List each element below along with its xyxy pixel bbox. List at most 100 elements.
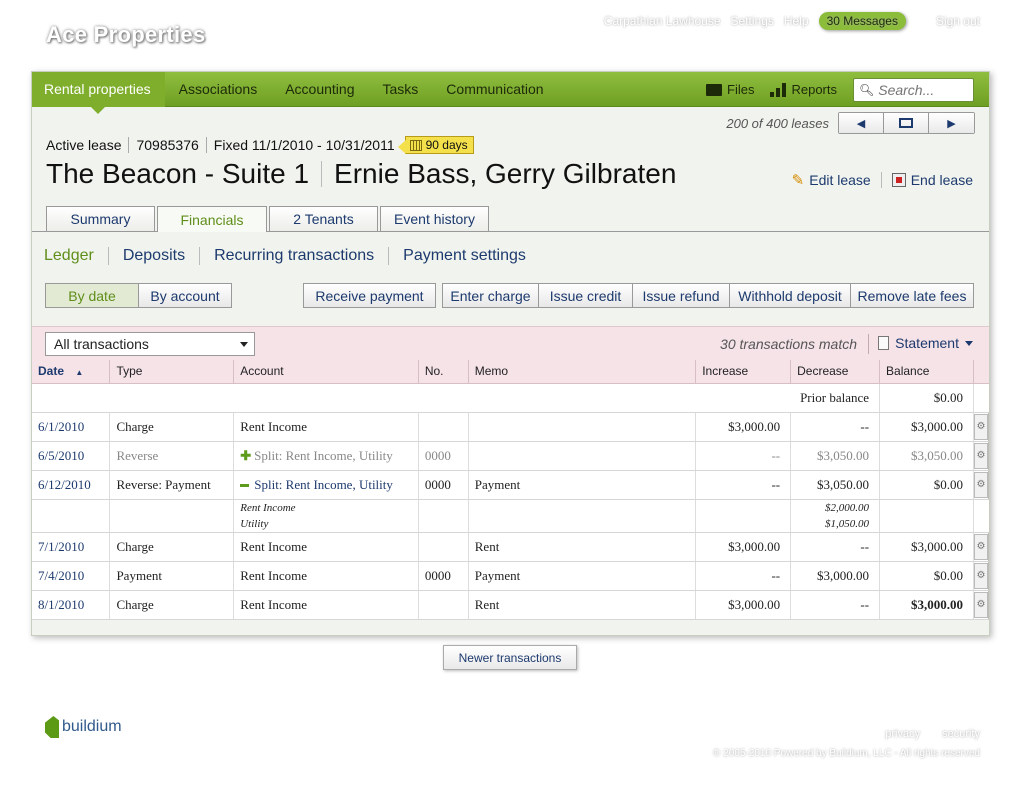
prior-balance-row: Prior balance $0.00 [32, 383, 989, 413]
buildium-logo: buildium [45, 716, 122, 738]
page-title: The Beacon - Suite 1 Ernie Bass, Gerry G… [46, 158, 676, 190]
pencil-icon: ✎ [791, 172, 805, 189]
col-date[interactable]: Date ▲ [32, 360, 111, 384]
privacy-link[interactable]: privacy [885, 728, 920, 740]
signout-link[interactable]: Sign out [936, 14, 980, 28]
tab-event-history[interactable]: Event history [380, 206, 489, 231]
row-date[interactable]: 7/4/2010 [32, 561, 111, 591]
issue-refund-button[interactable]: Issue refund [632, 283, 730, 308]
row-decrease: $3,050.00 [790, 470, 881, 500]
row-increase: -- [695, 441, 792, 471]
nav-rental-properties[interactable]: Rental properties [32, 71, 165, 114]
row-account-split[interactable]: ✚ Split: Rent Income, Utility [233, 441, 419, 471]
statement-menu[interactable]: Statement [878, 335, 973, 351]
collapse-minus-icon[interactable] [240, 484, 250, 488]
row-no [418, 532, 469, 562]
row-account: Rent Income [233, 532, 419, 562]
receive-payment-button[interactable]: Receive payment [303, 283, 436, 308]
remove-late-fees-button[interactable]: Remove late fees [850, 283, 974, 308]
by-account-button[interactable]: By account [138, 283, 232, 308]
messages-pill[interactable]: 30 Messages [818, 12, 906, 30]
row-no [418, 590, 469, 620]
nav-accounting[interactable]: Accounting [271, 72, 368, 107]
row-date[interactable]: 6/5/2010 [32, 441, 111, 471]
table-row: 8/1/2010 Charge Rent Income Rent $3,000.… [32, 590, 990, 620]
row-no: 0000 [418, 561, 469, 591]
row-account-split[interactable]: Split: Rent Income, Utility [233, 470, 419, 500]
top-links: Carpathian Lawhouse Settings Help 30 Mes… [604, 12, 980, 30]
logo-text: buildium [62, 718, 122, 735]
days-badge: 90 days [397, 136, 474, 154]
lease-list-button[interactable] [884, 113, 929, 133]
search-input[interactable] [878, 81, 969, 98]
col-no[interactable]: No. [418, 360, 469, 384]
col-type[interactable]: Type [109, 360, 235, 384]
subtab-recurring[interactable]: Recurring transactions [214, 247, 374, 265]
row-type: Charge [109, 590, 235, 620]
gear-icon[interactable]: ⚙ [973, 591, 988, 618]
gear-icon[interactable]: ⚙ [973, 533, 988, 560]
table-header-row: Date ▲ Type Account No. Memo Increase De… [32, 360, 989, 384]
split-account: Rent Income [240, 501, 296, 514]
subtab-deposits[interactable]: Deposits [123, 247, 185, 265]
issue-credit-button[interactable]: Issue credit [538, 283, 633, 308]
tab-summary[interactable]: Summary [46, 206, 155, 231]
help-link[interactable]: Help [784, 14, 809, 28]
row-date[interactable]: 7/1/2010 [32, 532, 111, 562]
nav-communication[interactable]: Communication [432, 72, 557, 107]
row-type: Reverse [109, 441, 235, 471]
chevron-down-icon [965, 340, 973, 346]
tab-tenants[interactable]: 2 Tenants [269, 206, 378, 231]
files-label: Files [727, 82, 755, 97]
bar-chart-icon [770, 82, 787, 97]
enter-charge-button[interactable]: Enter charge [442, 283, 539, 308]
folder-icon [706, 83, 723, 96]
withhold-deposit-button[interactable]: Withhold deposit [729, 283, 851, 308]
col-decrease[interactable]: Decrease [790, 360, 881, 384]
col-memo[interactable]: Memo [468, 360, 697, 384]
edit-lease-link[interactable]: ✎ Edit lease [792, 171, 871, 189]
subtab-payment-settings[interactable]: Payment settings [403, 247, 526, 265]
gear-icon[interactable]: ⚙ [973, 471, 988, 498]
lease-pager: ◀ ▶ [838, 112, 975, 134]
copyright: © 2005-2010 Powered by Buildium, LLC - A… [713, 748, 980, 759]
row-date[interactable]: 6/1/2010 [32, 412, 111, 442]
row-balance: $0.00 [879, 561, 974, 591]
tab-financials[interactable]: Financials [157, 206, 267, 232]
reports-label: Reports [791, 82, 837, 97]
files-link[interactable]: Files [706, 82, 754, 97]
row-memo: Rent [468, 532, 697, 562]
split-accounts: Rent Income Utility [233, 499, 419, 533]
nav-tasks[interactable]: Tasks [369, 72, 433, 107]
expand-plus-icon[interactable]: ✚ [240, 448, 251, 463]
col-balance[interactable]: Balance [879, 360, 974, 384]
nav-associations[interactable]: Associations [165, 72, 272, 107]
row-account: Rent Income [233, 561, 419, 591]
col-account[interactable]: Account [233, 360, 419, 384]
newer-transactions-button[interactable]: Newer transactions [443, 645, 577, 670]
gear-icon[interactable]: ⚙ [973, 442, 988, 469]
row-type: Charge [109, 532, 235, 562]
end-lease-link[interactable]: End lease [891, 172, 973, 188]
row-date[interactable]: 8/1/2010 [32, 590, 111, 620]
row-date[interactable]: 6/12/2010 [32, 470, 111, 500]
subtab-ledger[interactable]: Ledger [44, 247, 94, 265]
lease-status: Active lease [46, 137, 122, 153]
prev-lease-button[interactable]: ◀ [839, 113, 884, 133]
row-balance: $3,050.00 [879, 441, 974, 471]
gear-icon[interactable]: ⚙ [973, 562, 988, 589]
settings-link[interactable]: Settings [731, 14, 774, 28]
user-link[interactable]: Carpathian Lawhouse [604, 14, 721, 28]
receive-group: Receive payment [303, 283, 436, 308]
security-link[interactable]: security [942, 728, 980, 740]
by-date-button[interactable]: By date [45, 283, 139, 308]
row-no: 0000 [418, 441, 469, 471]
property-name: The Beacon - Suite 1 [46, 158, 310, 189]
col-increase[interactable]: Increase [695, 360, 792, 384]
reports-link[interactable]: Reports [770, 82, 837, 97]
next-lease-button[interactable]: ▶ [929, 113, 974, 133]
row-no: 0000 [418, 470, 469, 500]
brand-title: Ace Properties [46, 22, 206, 47]
gear-icon[interactable]: ⚙ [973, 413, 988, 440]
transaction-filter-select[interactable]: All transactions [45, 332, 255, 356]
